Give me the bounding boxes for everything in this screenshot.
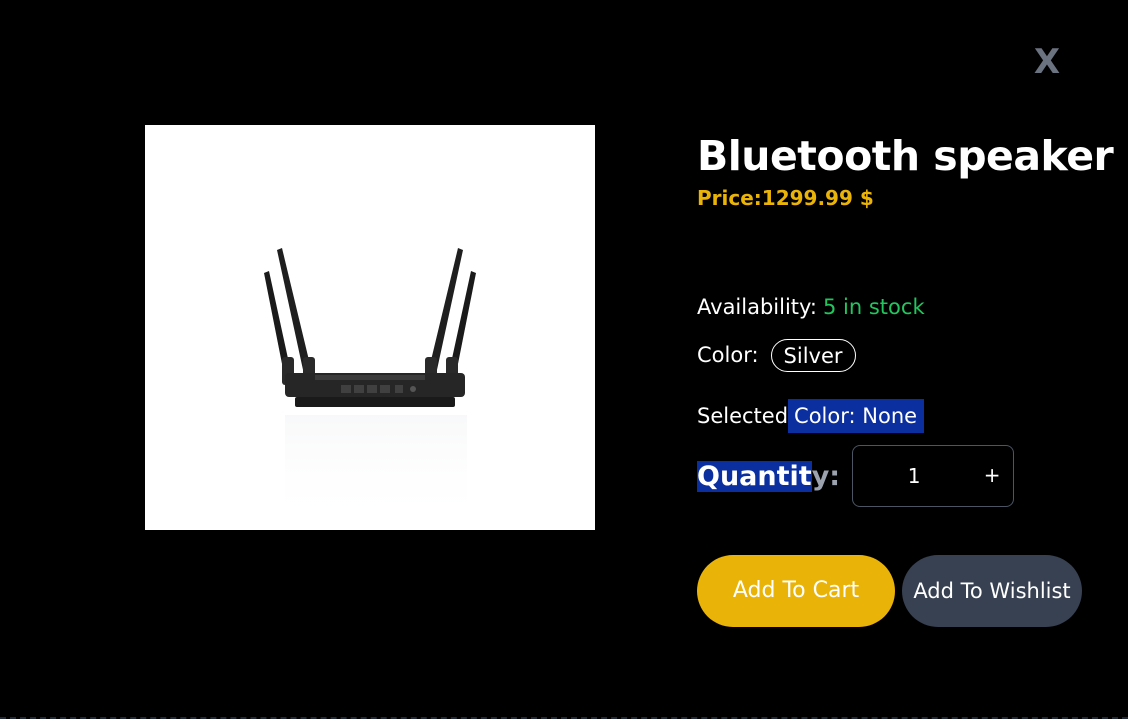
add-to-wishlist-button[interactable]: Add To Wishlist	[902, 555, 1082, 627]
color-row: Color: Silver	[697, 336, 856, 374]
product-title: Bluetooth speaker	[697, 132, 1114, 180]
add-to-cart-button[interactable]: Add To Cart	[697, 555, 895, 627]
product-image	[145, 125, 595, 530]
quantity-increment-button[interactable]: +	[979, 460, 1005, 490]
availability-label: Availability:	[697, 295, 818, 319]
quantity-stepper: 1 +	[852, 445, 1015, 507]
quantity-label: Quantity:	[697, 460, 841, 492]
stock-status: 5 in stock	[823, 295, 925, 319]
quantity-value[interactable]: 1	[903, 446, 925, 506]
selected-color-value: Color: None	[788, 399, 925, 433]
product-modal: X Bluetooth speaker Price:1299.99 $ Avai…	[0, 0, 1128, 719]
quantity-label-rest: y:	[811, 460, 841, 492]
router-image	[264, 248, 476, 525]
selected-color-row: Selected Color: None	[697, 399, 925, 433]
quantity-label-highlight: Quantit	[697, 460, 812, 492]
color-label: Color:	[697, 343, 759, 367]
close-icon[interactable]: X	[1030, 40, 1064, 84]
quantity-row: Quantity: 1 +	[697, 445, 1015, 507]
availability-row: Availability: 5 in stock	[697, 292, 925, 322]
color-option-silver[interactable]: Silver	[770, 338, 856, 372]
product-price: Price:1299.99 $	[697, 186, 874, 210]
selected-prefix: Selected	[697, 404, 789, 428]
